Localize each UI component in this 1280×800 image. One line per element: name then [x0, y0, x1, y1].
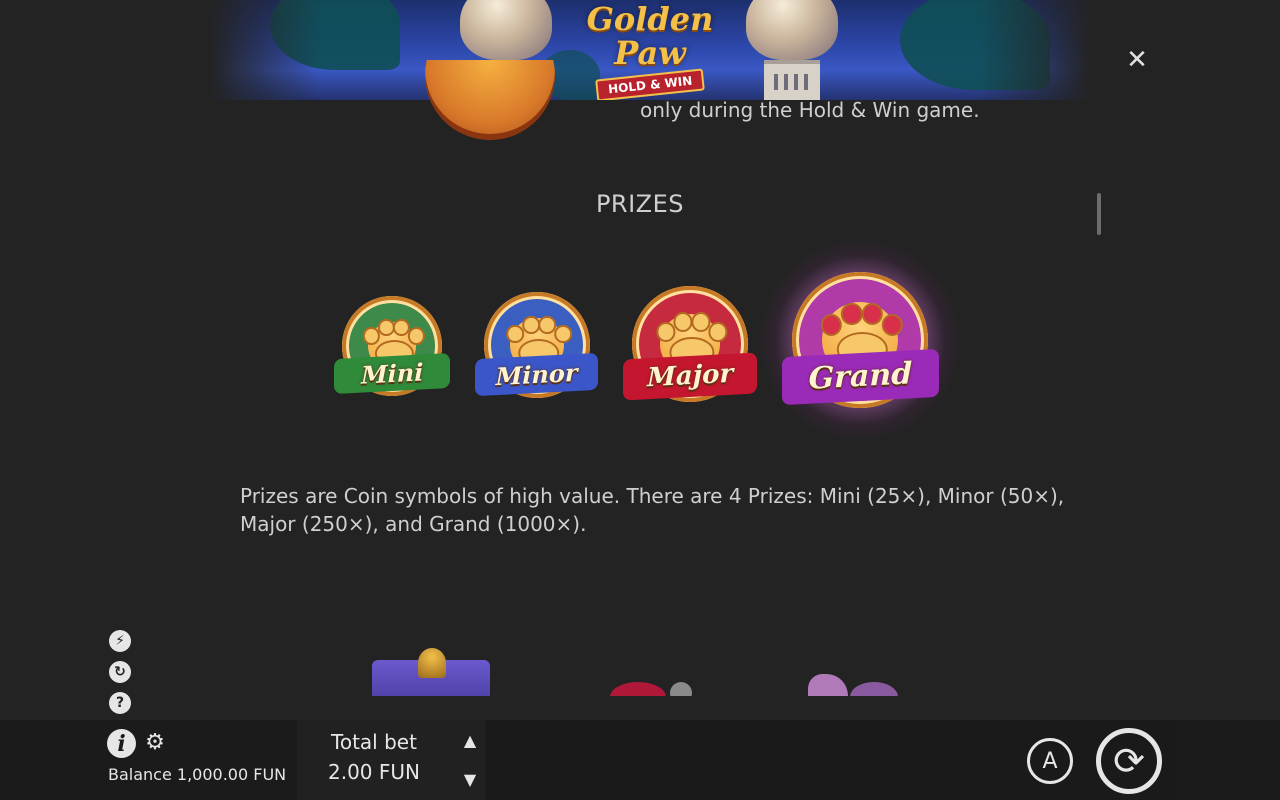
- bet-increase-button[interactable]: ▲: [458, 731, 482, 751]
- scrollbar[interactable]: [1097, 193, 1101, 235]
- bottom-bar: [0, 720, 1280, 800]
- prizes-description: Prizes are Coin symbols of high value. T…: [240, 484, 1065, 536]
- palace-dome: [460, 0, 552, 60]
- spin-button[interactable]: ⟳: [1096, 728, 1162, 794]
- grand-label: Grand: [781, 349, 939, 405]
- close-icon[interactable]: ✕: [1124, 47, 1150, 73]
- grand-coin: Grand: [781, 272, 939, 412]
- major-coin: Major: [622, 286, 758, 406]
- minor-label: Minor: [475, 352, 599, 397]
- minor-coin: Minor: [475, 292, 599, 402]
- help-icon[interactable]: ?: [109, 692, 131, 714]
- total-bet-label: Total bet: [331, 730, 417, 754]
- balance-label: Balance 1,000.00 FUN: [108, 765, 287, 784]
- mini-label: Mini: [333, 353, 451, 395]
- autoplay-speed-icon[interactable]: ↻: [109, 661, 131, 683]
- info-icon[interactable]: i: [107, 729, 136, 758]
- bet-decrease-button[interactable]: ▼: [458, 770, 482, 790]
- section-title: PRIZES: [595, 190, 685, 218]
- bottom-right-panel: [1175, 720, 1280, 800]
- logo-subtitle: HOLD & WIN: [594, 68, 706, 100]
- palace-dome: [746, 0, 838, 60]
- turbo-icon[interactable]: ⚡: [109, 630, 131, 652]
- total-bet-value: 2.00 FUN: [328, 760, 420, 784]
- game-logo: Golden Paw HOLD & WIN: [570, 0, 730, 100]
- gear-icon[interactable]: ⚙: [143, 731, 167, 755]
- partial-coin-image: [425, 60, 555, 140]
- autoplay-button[interactable]: A: [1027, 738, 1073, 784]
- partial-rule-text: only during the Hold & Win game.: [640, 98, 980, 122]
- palace-tower: [764, 60, 820, 100]
- partial-gem-image: [806, 672, 898, 696]
- autoplay-label: A: [1042, 748, 1058, 774]
- major-label: Major: [622, 352, 758, 400]
- partial-gem-image: [608, 680, 692, 696]
- mini-coin: Mini: [333, 296, 451, 400]
- game-banner: Golden Paw HOLD & WIN: [210, 0, 1090, 100]
- partial-lamp-image: [358, 648, 504, 696]
- logo-title: Golden Paw: [586, 0, 714, 72]
